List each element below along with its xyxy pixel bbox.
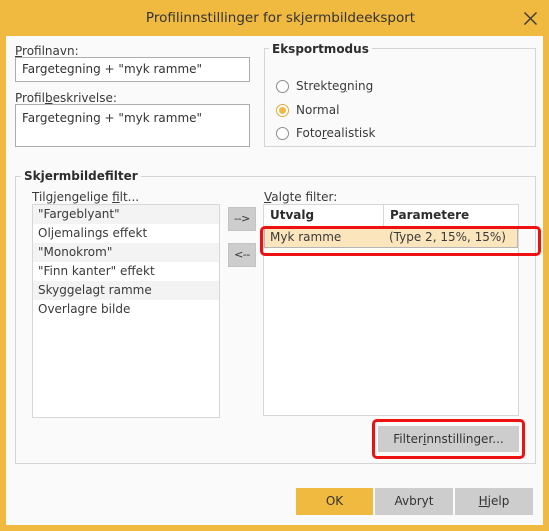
profile-name-label: Profilnavn:: [15, 44, 79, 58]
remove-filter-button[interactable]: <--: [228, 243, 256, 267]
cancel-button[interactable]: Avbryt: [375, 488, 453, 515]
list-item[interactable]: "Fargeblyant": [33, 205, 219, 224]
list-item[interactable]: "Finn kanter" effekt: [33, 262, 219, 281]
list-item[interactable]: Oljemalings effekt: [33, 224, 219, 243]
radio-fotorealistisk[interactable]: Fotorealistisk: [276, 124, 375, 142]
profile-description-input[interactable]: Fargetegning + "myk ramme": [15, 104, 250, 147]
table-row[interactable]: Myk ramme (Type 2, 15%, 15%): [264, 227, 518, 248]
radio-icon: [276, 79, 289, 93]
column-header-parametere: Parametere: [390, 208, 470, 222]
cell-parametere: (Type 2, 15%, 15%): [389, 230, 506, 244]
table-body: Myk ramme (Type 2, 15%, 15%): [264, 227, 518, 248]
list-item[interactable]: Overlagre bilde: [33, 300, 219, 319]
help-button[interactable]: Hjelp: [455, 488, 533, 515]
table-header-row: Utvalg Parametere: [264, 205, 518, 227]
profile-name-input[interactable]: Fargetegning + "myk ramme": [15, 57, 250, 82]
radio-label-fotorealistisk: Fotorealistisk: [296, 126, 376, 140]
radio-normal[interactable]: Normal: [276, 101, 339, 119]
window-title: Profilinnstillinger for skjermbildeekspo…: [145, 10, 416, 26]
export-mode-title: Eksportmodus: [269, 42, 372, 56]
screenshot-filter-title: Skjermbildefilter: [21, 169, 141, 183]
dialog-window: Profilinnstillinger for skjermbildeekspo…: [0, 0, 549, 531]
radio-label-normal: Normal: [296, 103, 340, 117]
add-filter-button[interactable]: -->: [228, 207, 256, 231]
selected-filters-label: Valgte filter:: [264, 190, 338, 204]
profile-description-label: Profilbeskrivelse:: [15, 91, 117, 105]
available-filters-list[interactable]: "Fargeblyant" Oljemalings effekt "Monokr…: [32, 204, 220, 418]
cell-utvalg: Myk ramme: [270, 230, 342, 244]
list-item[interactable]: "Monokrom": [33, 243, 219, 262]
column-header-utvalg: Utvalg: [264, 205, 384, 226]
radio-icon-selected: [276, 103, 289, 117]
filter-settings-button[interactable]: Filterinnstillinger...: [378, 426, 519, 452]
title-bar: Profilinnstillinger for skjermbildeekspo…: [6, 0, 549, 36]
list-item[interactable]: Skyggelagt ramme: [33, 281, 219, 300]
ok-button[interactable]: OK: [296, 488, 373, 515]
selected-filters-table[interactable]: Utvalg Parametere Myk ramme (Type 2, 15%…: [263, 204, 519, 416]
close-icon[interactable]: [513, 0, 547, 36]
radio-strektegning[interactable]: Strektegning: [276, 77, 373, 95]
radio-icon: [276, 126, 289, 140]
available-filters-label: Tilgjengelige filt...: [32, 190, 140, 204]
radio-label-strektegning: Strektegning: [296, 79, 374, 93]
